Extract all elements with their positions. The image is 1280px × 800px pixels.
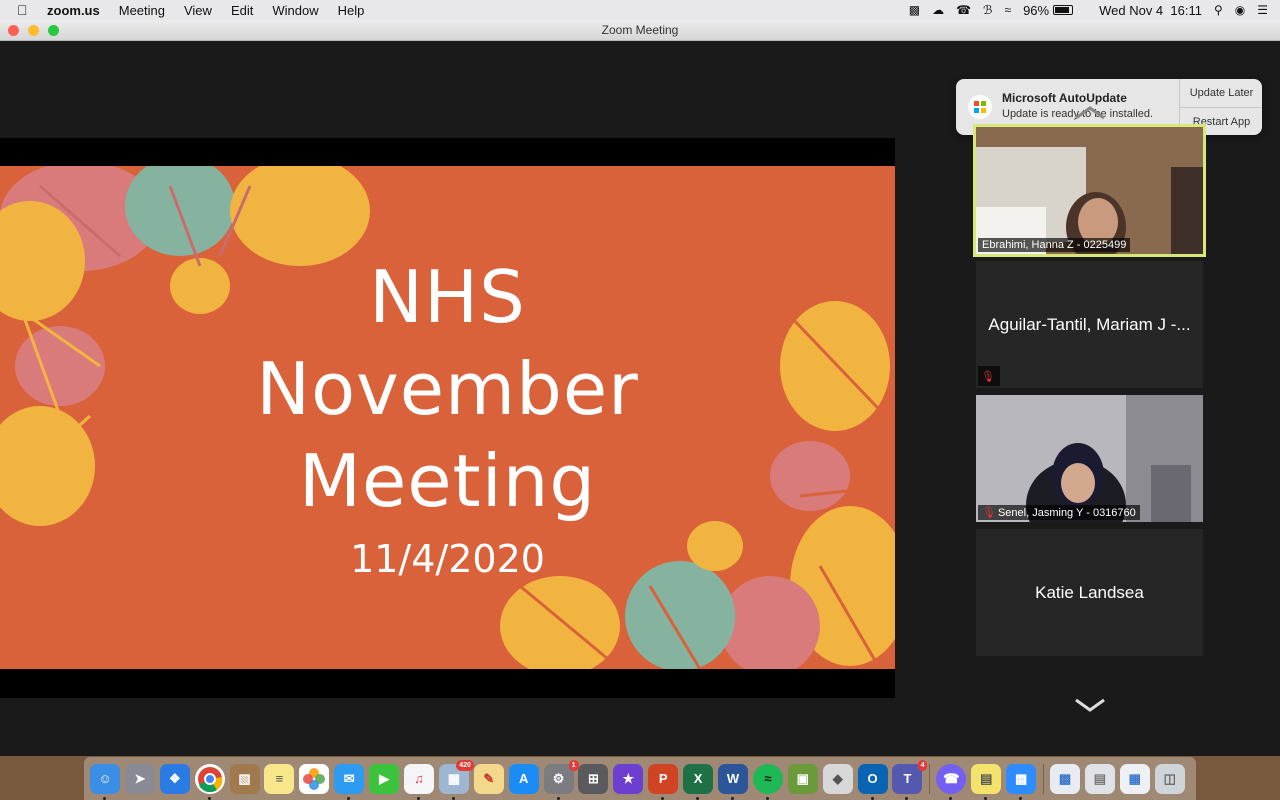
participant-tile-4[interactable]: Katie Landsea <box>976 529 1203 656</box>
minecraft-icon[interactable]: ▣ <box>787 763 818 794</box>
messages-icon[interactable]: ✉ <box>334 763 365 800</box>
wifi-icon[interactable]: ≈ <box>1004 3 1011 17</box>
menu-app-name[interactable]: zoom.us <box>47 3 100 18</box>
muted-mic-icon: 🎙 <box>978 366 1000 386</box>
zoom-window: Zoom Meeting NHS November Meeting 11/4/2… <box>0 20 1280 756</box>
finder-icon[interactable]: ☺ <box>90 763 120 800</box>
participant-name-3: Senel, Jasming Y - 0316760 <box>997 507 1136 519</box>
menu-meeting[interactable]: Meeting <box>119 3 165 18</box>
participant-video-3 <box>976 395 1203 522</box>
muted-mic-icon: 🎙 <box>982 507 996 519</box>
update-later-button[interactable]: Update Later <box>1180 79 1262 108</box>
preview-icon[interactable]: ▦ 420 <box>438 759 474 800</box>
siri-icon[interactable]: ◉ <box>1235 3 1245 17</box>
excel-icon[interactable]: X <box>683 763 714 800</box>
preview-badge: 420 <box>456 759 474 771</box>
safari-icon[interactable]: ❖ <box>159 763 190 794</box>
teams-icon[interactable]: T4 <box>892 759 928 800</box>
app-store-icon[interactable]: A <box>508 763 539 794</box>
bluetooth-icon[interactable]: ℬ <box>983 3 992 17</box>
spotlight-search-icon[interactable]: ⚲ <box>1214 3 1223 17</box>
scroll-down-chevron-icon[interactable] <box>1073 695 1107 715</box>
pages-icon[interactable]: ✎ <box>473 763 504 794</box>
word-icon[interactable]: W <box>718 763 749 800</box>
system-preferences-icon[interactable]: ⚙ 1 <box>543 759 579 800</box>
documents-stack-icon[interactable]: ▦ <box>1119 763 1150 794</box>
calculator-icon[interactable]: ⊞ <box>578 763 609 794</box>
title-bar[interactable]: Zoom Meeting <box>0 20 1280 41</box>
participant-tile-2[interactable]: Aguilar-Tantil, Mariam J -... 🎙 <box>976 261 1203 388</box>
trash-icon[interactable]: ◫ <box>1154 763 1185 794</box>
teams-badge: 4 <box>917 759 928 771</box>
cloud-icon[interactable]: ☁ <box>932 3 944 17</box>
powerpoint-icon[interactable]: P <box>648 763 679 800</box>
slide-date: 11/4/2020 <box>350 537 545 581</box>
notes-icon[interactable]: ≡ <box>264 763 295 794</box>
notification-title: Microsoft AutoUpdate <box>1002 91 1127 105</box>
screenshot-thumbnail-icon[interactable]: ▩ <box>1050 763 1081 794</box>
window-title: Zoom Meeting <box>601 23 679 37</box>
apple-menu-icon[interactable]:  <box>17 2 35 18</box>
dock-separator <box>1043 763 1045 794</box>
imovie-icon[interactable]: ★ <box>613 763 644 794</box>
contacts-icon[interactable]: ▧ <box>229 763 260 794</box>
dock: ☺ ➤ ❖ ▧ ≡ ✉ ▶ ♫ ▦ 420 ✎ A ⚙ 1 ⊞ ★ P X W ≈ … <box>84 757 1196 800</box>
participant-video-1 <box>976 127 1203 254</box>
battery-percent[interactable]: 96% <box>1023 3 1049 18</box>
menu-window[interactable]: Window <box>272 3 318 18</box>
viber-icon[interactable]: ☎ <box>936 763 967 800</box>
photos-icon[interactable] <box>299 763 330 794</box>
participant-name-3-tag: 🎙 Senel, Jasming Y - 0316760 <box>978 505 1140 520</box>
slide-text-block: NHS November Meeting 11/4/2020 <box>200 251 695 581</box>
menu-view[interactable]: View <box>184 3 212 18</box>
notification-center-icon[interactable]: ☰ <box>1257 3 1268 17</box>
battery-icon[interactable] <box>1053 5 1074 15</box>
system-preferences-badge: 1 <box>568 759 579 771</box>
zoom-icon[interactable]: ▩ <box>1006 763 1037 800</box>
facetime-icon[interactable]: ▶ <box>369 763 400 794</box>
participant-name-1: Ebrahimi, Hanna Z - 0225499 <box>978 238 1131 252</box>
participant-name-2: Aguilar-Tantil, Mariam J -... <box>988 314 1191 334</box>
outlook-icon[interactable]: O <box>857 763 888 800</box>
launchpad-icon[interactable]: ➤ <box>124 763 155 794</box>
slide-title: NHS November Meeting <box>256 255 639 523</box>
zoom-status-icon[interactable]: ▩ <box>909 3 920 17</box>
scroll-up-chevron-icon[interactable] <box>1073 103 1107 123</box>
menu-help[interactable]: Help <box>338 3 365 18</box>
participant-tile-3[interactable]: 🎙 Senel, Jasming Y - 0316760 <box>976 395 1203 522</box>
itunes-icon[interactable]: ♫ <box>404 763 435 800</box>
menu-bar:  zoom.us Meeting View Edit Window Help … <box>0 0 1280 20</box>
stickies-icon[interactable]: ▤ <box>971 763 1002 800</box>
shared-screen[interactable]: NHS November Meeting 11/4/2020 <box>0 138 895 698</box>
clock[interactable]: Wed Nov 4 16:11 <box>1099 3 1202 18</box>
downloads-stack-icon[interactable]: ▤ <box>1084 763 1115 794</box>
roblox-icon[interactable]: ◆ <box>822 763 853 794</box>
participant-name-4: Katie Landsea <box>1035 582 1144 602</box>
meeting-area: NHS November Meeting 11/4/2020 Microsoft… <box>0 41 1280 756</box>
microsoft-autoupdate-icon <box>968 95 992 119</box>
menu-edit[interactable]: Edit <box>231 3 253 18</box>
spotify-icon[interactable]: ≈ <box>752 763 783 800</box>
participant-tile-1[interactable]: Ebrahimi, Hanna Z - 0225499 <box>973 124 1206 257</box>
chrome-icon[interactable] <box>194 763 225 800</box>
dock-separator <box>929 763 931 794</box>
viber-status-icon[interactable]: ☎ <box>956 3 971 17</box>
presentation-slide: NHS November Meeting 11/4/2020 <box>0 166 895 669</box>
